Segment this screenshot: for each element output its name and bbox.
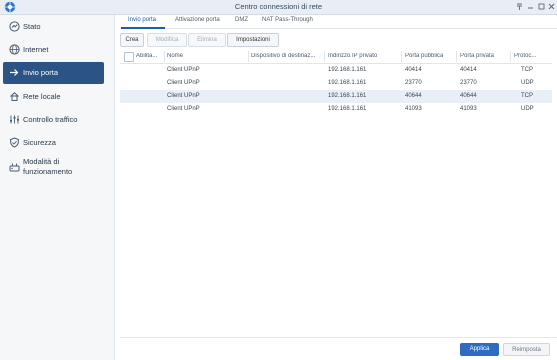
cell-private-ip: 192.168.1.161 [328,93,367,99]
column-header-private-port[interactable]: Porta privata [460,53,494,59]
column-divider [456,51,457,62]
cell-private-port: 41093 [460,106,477,112]
settings-button[interactable]: Impostazioni [227,33,279,47]
sidebar-item-invio-porta[interactable]: Invio porta [3,62,104,84]
footer-divider [120,337,557,338]
cell-name: Client UPnP [167,93,200,99]
sidebar-item-label: Internet [23,45,49,54]
sidebar-item-controllo-traffico[interactable]: Controllo traffico [3,109,104,131]
cell-private-port: 40414 [460,67,477,73]
tab-bar: Invio porta Attivazione porta DMZ NAT Pa… [120,14,557,29]
reset-button[interactable]: Reimposta [503,343,550,356]
cell-protocol: TCP [521,93,533,99]
cell-protocol: UDP [521,106,534,112]
tab-attivazione-porta[interactable]: Attivazione porta [175,17,220,23]
column-divider [324,51,325,62]
column-header-enabled[interactable]: Abilita... [136,53,164,59]
sidebar-item-internet[interactable]: Internet [3,39,104,61]
column-header-public-port[interactable]: Porta pubblica [405,53,443,59]
active-tab-indicator [121,27,165,29]
cell-name: Client UPnP [167,80,200,86]
tab-dmz[interactable]: DMZ [235,17,248,23]
pin-icon[interactable] [515,2,524,11]
cell-protocol: UDP [521,80,534,86]
sidebar-item-modalita-funzionamento[interactable]: Modalità di funzionamento [3,155,104,181]
cell-private-ip: 192.168.1.161 [328,80,367,86]
table-header: Abilita... Nome Dispositivo di destinaz.… [120,50,552,64]
cell-private-ip: 192.168.1.161 [328,67,367,73]
sidebar-item-label: Rete locale [23,92,61,101]
delete-button[interactable]: Elimina [188,33,226,47]
cell-public-port: 41093 [405,106,422,112]
select-all-checkbox[interactable] [124,52,134,62]
column-header-private-ip[interactable]: Indirizzo IP privato [328,53,377,59]
globe-icon [9,44,20,55]
network-center-window: Centro connessioni di rete Stato Interne… [0,0,557,360]
cell-name: Client UPnP [167,106,200,112]
column-divider [248,51,249,62]
shield-icon [9,137,20,148]
table-row[interactable]: Client UPnP 192.168.1.161 41093 41093 UD… [120,103,552,116]
sidebar-item-label: Sicurezza [23,138,56,147]
column-divider [401,51,402,62]
sidebar: Stato Internet Invio porta Rete locale C… [0,15,115,360]
column-divider [510,51,511,62]
sidebar-item-label: Modalità di funzionamento [23,157,73,176]
table-row[interactable]: Client UPnP 192.168.1.161 23770 23770 UD… [120,77,552,90]
sidebar-item-sicurezza[interactable]: Sicurezza [3,132,104,154]
table-row[interactable]: Client UPnP 192.168.1.161 40414 40414 TC… [120,64,552,77]
minimize-icon[interactable] [526,2,535,11]
column-header-protocol[interactable]: Protoc... [514,53,548,59]
sidebar-item-label: Stato [23,22,41,31]
cell-name: Client UPnP [167,67,200,73]
sidebar-item-rete-locale[interactable]: Rete locale [3,86,104,108]
column-divider [164,51,165,62]
table-row-selected[interactable]: Client UPnP 192.168.1.161 40644 40644 TC… [120,90,552,103]
home-network-icon [10,92,19,101]
column-header-device[interactable]: Dispositivo di destinaz... [251,53,323,59]
toolbar: Crea Modifica Elimina Impostazioni [120,33,557,47]
cell-private-port: 23770 [460,80,477,86]
cell-private-port: 40644 [460,93,477,99]
cell-public-port: 23770 [405,80,422,86]
sidebar-item-label: Invio porta [23,68,59,77]
operation-mode-icon [9,163,20,172]
window-title: Centro connessioni di rete [234,2,323,11]
sidebar-item-label: Controllo traffico [23,115,78,124]
traffic-control-icon [10,115,19,124]
tab-invio-porta[interactable]: Invio porta [128,17,156,23]
cell-private-ip: 192.168.1.161 [328,106,367,112]
close-icon[interactable] [547,2,556,11]
cell-public-port: 40414 [405,67,422,73]
edit-button[interactable]: Modifica [147,33,187,47]
port-forward-icon [10,69,19,76]
create-button[interactable]: Crea [120,33,144,47]
column-header-name[interactable]: Nome [167,53,183,59]
cell-public-port: 40644 [405,93,422,99]
title-bar: Centro connessioni di rete [0,0,557,15]
maximize-icon[interactable] [537,2,546,11]
apply-button[interactable]: Applica [460,343,499,356]
tab-nat-pass-through[interactable]: NAT Pass-Through [262,17,313,23]
sidebar-item-stato[interactable]: Stato [3,16,104,38]
cell-protocol: TCP [521,67,533,73]
status-icon [9,21,20,32]
